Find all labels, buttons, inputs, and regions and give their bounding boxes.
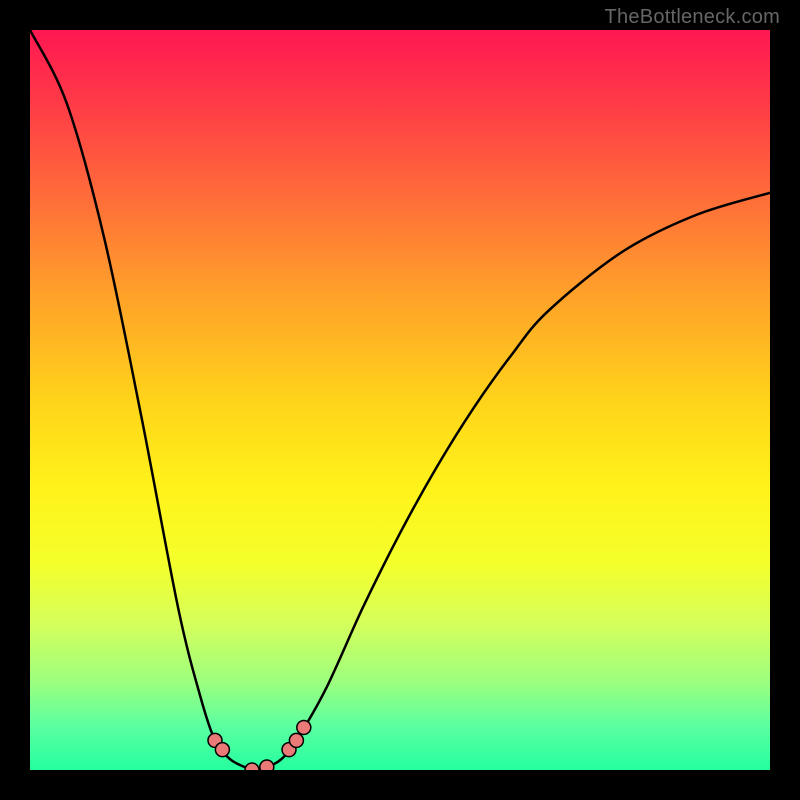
curve-marker: [289, 733, 303, 747]
plot-area: [30, 30, 770, 770]
chart-svg: [30, 30, 770, 770]
bottleneck-curve: [30, 30, 770, 770]
curve-marker: [245, 763, 259, 770]
curve-marker: [297, 720, 311, 734]
curve-marker: [260, 760, 274, 770]
watermark-text: TheBottleneck.com: [605, 6, 780, 29]
curve-markers: [208, 720, 311, 770]
curve-marker: [215, 743, 229, 757]
